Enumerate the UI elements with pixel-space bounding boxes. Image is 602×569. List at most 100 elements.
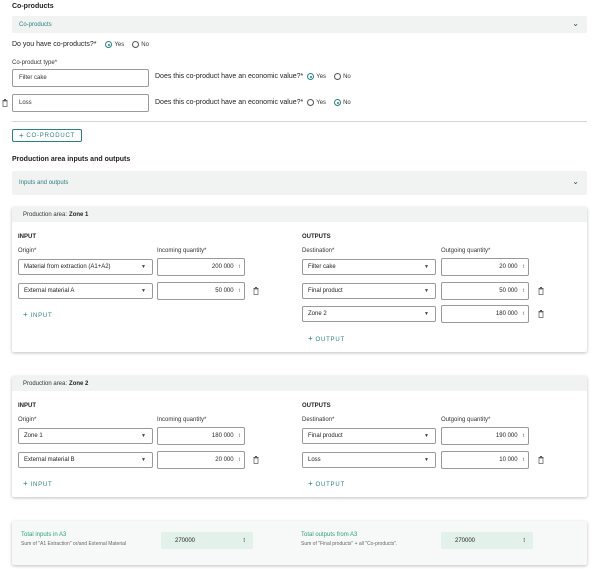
incoming-quantity-input[interactable]: 20 000 t (157, 451, 245, 469)
economic-yes-label: Yes (316, 73, 327, 80)
outgoing-quantity-input[interactable]: 180 000 t (441, 305, 529, 323)
caret-down-icon: ▼ (141, 457, 146, 463)
total-outputs-number: 270000 (455, 537, 476, 544)
quantity-value: 10 000 (499, 457, 518, 463)
add-input-button[interactable]: + INPUT (23, 310, 52, 319)
economic-no-radio[interactable] (334, 99, 342, 106)
trash-icon[interactable] (2, 99, 8, 107)
total-inputs-subtitle: Sum of "A1 Extraction" or/and External M… (21, 541, 126, 547)
add-input-button[interactable]: + INPUT (23, 479, 52, 488)
quantity-value: 180 000 (211, 433, 234, 439)
quantity-value: 50 000 (499, 288, 518, 294)
incoming-quantity-input[interactable]: 180 000 t (157, 427, 245, 445)
destination-select[interactable]: Zone 2 ▼ (302, 306, 436, 322)
coproduct-type-input[interactable]: Loss (12, 94, 149, 112)
destination-select[interactable]: Final product ▼ (302, 283, 436, 299)
coproducts-section-title: Co-products (12, 3, 54, 10)
unit-label: t (238, 457, 240, 463)
outgoing-quantity-input[interactable]: 10 000 t (441, 451, 529, 469)
economic-no-radio[interactable] (334, 73, 342, 80)
economic-no-label: No (343, 73, 351, 80)
add-output-button[interactable]: + OUTPUT (308, 479, 345, 488)
inputs-outputs-accordion[interactable]: Inputs and outputs ⌄ (12, 171, 587, 195)
add-output-label: OUTPUT (315, 337, 345, 343)
add-coproduct-button[interactable]: + CO-PRODUCT (12, 129, 82, 142)
incoming-quantity-input[interactable]: 200 000 t (157, 258, 245, 276)
origin-select[interactable]: Zone 1 ▼ (18, 428, 153, 444)
outgoing-quantity-label: Outgoing quantity* (441, 248, 491, 254)
incoming-quantity-label: Incoming quantity* (157, 417, 207, 423)
caret-down-icon: ▼ (424, 264, 429, 270)
economic-no-label: No (343, 99, 351, 106)
has-coproducts-no-radio[interactable] (132, 41, 140, 48)
destination-label: Destination* (302, 417, 335, 423)
outgoing-quantity-input[interactable]: 50 000 t (441, 282, 529, 300)
plus-icon: + (308, 334, 314, 343)
caret-down-icon: ▼ (141, 264, 146, 270)
unit-label: t (522, 433, 524, 439)
coproducts-accordion[interactable]: Co-products ⌄ (12, 16, 587, 33)
total-outputs-value: 270000 t (441, 532, 533, 549)
divider (12, 121, 587, 122)
zone-name: Zone 1 (69, 211, 89, 218)
outputs-title: OUTPUTS (302, 403, 331, 409)
economic-value-question: Does this co-product have an economic va… (155, 99, 304, 106)
unit-label: t (238, 433, 240, 439)
plus-icon: + (18, 131, 25, 140)
input-title: INPUT (18, 234, 36, 240)
unit-label: t (238, 264, 240, 270)
origin-select[interactable]: External material A ▼ (18, 283, 153, 299)
origin-select[interactable]: External material B ▼ (18, 452, 153, 468)
trash-icon[interactable] (253, 287, 259, 295)
economic-yes-label: Yes (316, 99, 327, 106)
trash-icon[interactable] (538, 287, 544, 295)
trash-icon[interactable] (253, 456, 259, 464)
destination-value: Zone 2 (308, 311, 327, 317)
origin-value: External material A (24, 288, 75, 294)
production-area-label: Production area: (23, 211, 68, 218)
coproduct-type-label: Co-product type* (12, 60, 58, 66)
economic-value-question: Does this co-product have an economic va… (155, 73, 304, 80)
unit-label: t (522, 264, 524, 270)
add-output-label: OUTPUT (315, 482, 345, 488)
unit-label: t (522, 311, 524, 317)
production-section-title: Production area inputs and outputs (12, 156, 131, 163)
destination-value: Loss (308, 457, 321, 463)
economic-yes-radio[interactable] (307, 99, 315, 106)
total-inputs-number: 270000 (175, 537, 196, 544)
caret-down-icon: ▼ (141, 433, 146, 439)
destination-value: Filter cake (308, 264, 336, 270)
plus-icon: + (23, 310, 29, 319)
outgoing-quantity-label: Outgoing quantity* (441, 417, 491, 423)
origin-select[interactable]: Material from extraction (A1+A2) ▼ (18, 259, 153, 275)
quantity-value: 180 000 (495, 311, 518, 317)
has-coproducts-yes-label: Yes (114, 41, 125, 48)
unit-label: t (238, 288, 240, 294)
origin-label: Origin* (18, 417, 37, 423)
incoming-quantity-input[interactable]: 50 000 t (157, 282, 245, 300)
outgoing-quantity-input[interactable]: 190 000 t (441, 427, 529, 445)
total-inputs-value: 270000 t (161, 532, 253, 549)
outgoing-quantity-input[interactable]: 20 000 t (441, 258, 529, 276)
has-coproducts-yes-radio[interactable] (105, 41, 113, 48)
quantity-value: 20 000 (215, 457, 234, 463)
incoming-quantity-label: Incoming quantity* (157, 248, 207, 254)
unit-label: t (522, 288, 524, 294)
origin-value: Zone 1 (24, 433, 43, 439)
economic-value-row: Does this co-product have an economic va… (155, 99, 359, 106)
add-output-button[interactable]: + OUTPUT (308, 334, 345, 343)
add-input-label: INPUT (30, 313, 53, 319)
origin-value: Material from extraction (A1+A2) (24, 264, 111, 270)
economic-value-row: Does this co-product have an economic va… (155, 73, 359, 80)
zone-panel: Production area: Zone 1 INPUT Origin* In… (12, 207, 587, 352)
coproduct-type-input[interactable]: Filter cake (12, 69, 149, 87)
destination-select[interactable]: Loss ▼ (302, 452, 436, 468)
trash-icon[interactable] (538, 456, 544, 464)
trash-icon[interactable] (538, 310, 544, 318)
caret-down-icon: ▼ (141, 288, 146, 294)
destination-select[interactable]: Final product ▼ (302, 428, 436, 444)
economic-yes-radio[interactable] (307, 73, 315, 80)
destination-select[interactable]: Filter cake ▼ (302, 259, 436, 275)
coproducts-accordion-label: Co-products (19, 21, 52, 28)
caret-down-icon: ▼ (424, 457, 429, 463)
